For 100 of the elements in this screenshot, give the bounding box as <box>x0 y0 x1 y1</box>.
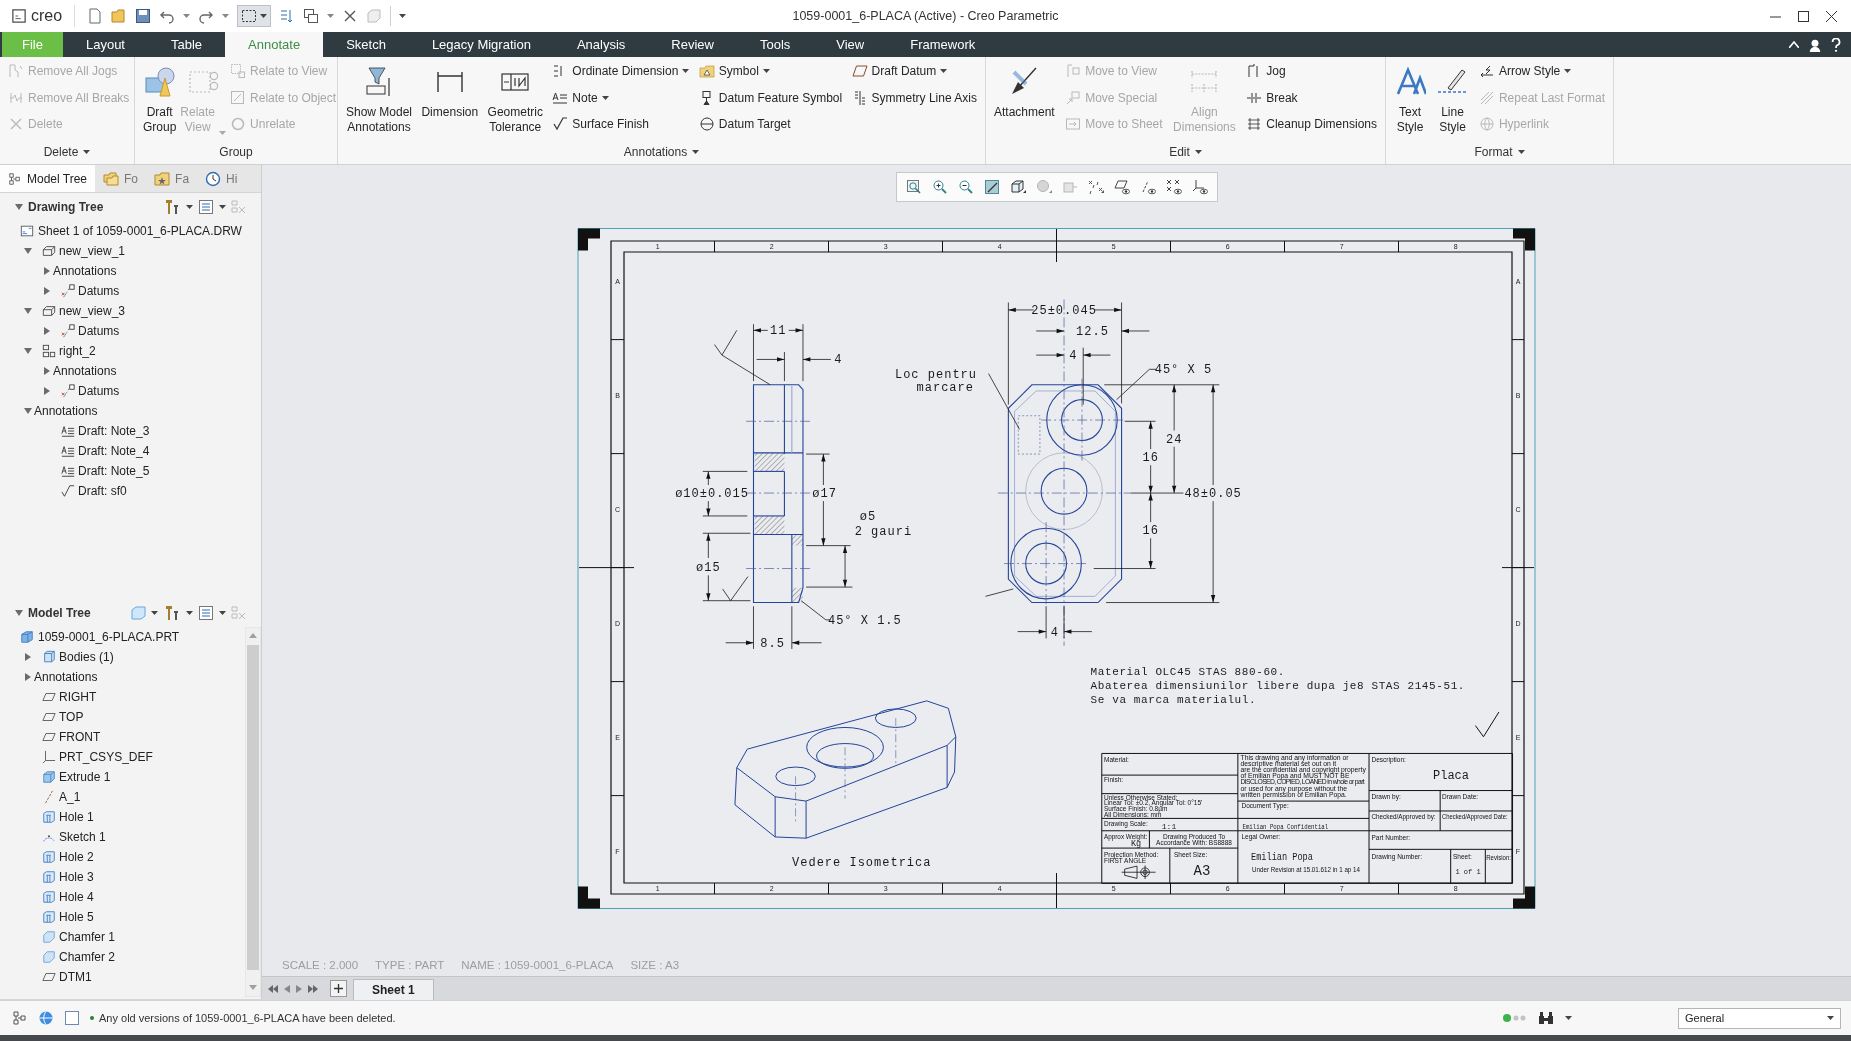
collapsed-arrow-icon[interactable] <box>43 287 50 295</box>
caret-icon[interactable] <box>151 611 158 615</box>
ribbon-button[interactable]: Text Style <box>1392 57 1428 140</box>
tree-item[interactable]: Sheet 1 of 1059-0001_6-PLACA.DRW <box>38 224 242 238</box>
tree-item[interactable]: Annotations <box>34 404 98 418</box>
tree-item[interactable]: DTM1 <box>59 970 92 984</box>
tree-item[interactable]: Datums <box>78 284 120 298</box>
tree-item[interactable]: RIGHT <box>59 690 97 704</box>
tree-item[interactable]: Annotations <box>53 264 117 278</box>
tree-item[interactable]: Draft: Note_5 <box>78 464 150 478</box>
binoculars-icon[interactable] <box>1537 1010 1555 1026</box>
ribbon-button[interactable]: Attachment <box>992 57 1057 140</box>
ribbon-tab[interactable]: Analysis <box>553 32 649 57</box>
ribbon-button[interactable]: Dimension <box>419 57 481 140</box>
square-icon[interactable] <box>64 1010 80 1026</box>
arrow-style-icon[interactable] <box>1478 63 1495 80</box>
expanded-arrow-icon[interactable] <box>15 204 23 210</box>
ribbon-button[interactable]: Symmetry Line Axis <box>849 84 979 111</box>
dashed-rectangle-icon[interactable] <box>241 8 258 24</box>
ribbon-button[interactable]: Show Model Annotations <box>344 57 415 140</box>
tree-item[interactable]: Hole 3 <box>59 870 94 884</box>
tree-item[interactable]: PRT_CSYS_DEF <box>59 750 153 764</box>
tree-item[interactable]: Datums <box>78 384 120 398</box>
tree-item[interactable]: Datums <box>78 324 120 338</box>
tree-item[interactable]: Hole 1 <box>59 810 94 824</box>
ribbon-button[interactable]: Geometric Tolerance <box>485 57 545 140</box>
list-icon[interactable] <box>198 605 214 621</box>
grid-lines-icon[interactable] <box>1246 116 1263 133</box>
zoom-in-icon[interactable] <box>931 179 948 195</box>
ribbon-button[interactable]: Draft Group <box>141 57 179 140</box>
tree-item[interactable]: TOP <box>59 710 84 724</box>
history-clock-icon[interactable] <box>205 170 222 187</box>
new-file-icon[interactable] <box>87 8 104 24</box>
group-label[interactable]: Format <box>1386 140 1613 164</box>
expanded-arrow-icon[interactable] <box>23 408 32 414</box>
tree-item[interactable]: Extrude 1 <box>59 770 111 784</box>
caret-icon[interactable] <box>601 95 609 100</box>
ribbon-button[interactable]: Cleanup Dimensions <box>1244 111 1379 138</box>
caret-icon[interactable] <box>1194 150 1202 154</box>
app-logo-icon[interactable] <box>12 9 26 23</box>
person-icon[interactable] <box>1808 37 1822 52</box>
scrollbar[interactable] <box>245 627 261 997</box>
ribbon-tab[interactable]: Legacy Migration <box>408 32 554 57</box>
tree-item[interactable]: Hole 5 <box>59 910 94 924</box>
ribbon-button[interactable]: Arrow Style <box>1476 58 1607 85</box>
help-icon[interactable] <box>1831 37 1841 52</box>
group-label[interactable]: Delete <box>0 140 134 164</box>
expanded-arrow-icon[interactable] <box>15 610 23 616</box>
filter-dropdown[interactable]: General <box>1678 1007 1841 1029</box>
ribbon-button[interactable]: Datum Target <box>696 111 845 138</box>
ribbon-button[interactable]: Surface Finish <box>550 111 692 138</box>
tree-structure-icon[interactable] <box>8 171 22 186</box>
ribbon-button[interactable]: Draft Datum <box>849 58 979 85</box>
previous-sheet-icon[interactable] <box>284 984 290 993</box>
ribbon-tab[interactable]: View <box>813 32 888 57</box>
tree-item[interactable]: Draft: Note_3 <box>78 424 150 438</box>
caret-icon[interactable] <box>399 14 407 18</box>
ribbon-button[interactable]: Note <box>550 84 692 111</box>
caret-icon[interactable] <box>682 69 690 74</box>
maximize-icon[interactable] <box>1798 10 1809 22</box>
last-sheet-icon[interactable] <box>308 984 318 993</box>
ribbon-tab[interactable]: Table <box>148 32 226 57</box>
tree-item[interactable]: FRONT <box>59 730 101 744</box>
sheet-tab[interactable]: Sheet 1 <box>353 979 434 1000</box>
ribbon-button[interactable]: Datum Feature Symbol <box>696 84 845 111</box>
group-label[interactable]: Annotations <box>338 140 985 164</box>
tools-icon[interactable] <box>163 198 181 216</box>
caret-icon[interactable] <box>762 69 770 74</box>
tools-icon[interactable] <box>163 604 181 622</box>
add-sheet-button[interactable] <box>330 980 347 997</box>
save-icon[interactable] <box>135 8 152 24</box>
tree-item[interactable]: new_view_3 <box>59 304 126 318</box>
expanded-arrow-icon[interactable] <box>23 348 32 354</box>
zoom-out-icon[interactable] <box>957 179 974 195</box>
shapes-icon[interactable] <box>143 66 176 98</box>
caret-icon[interactable] <box>1517 150 1525 154</box>
ribbon-tab[interactable]: Tools <box>736 32 814 57</box>
tree-item[interactable]: right_2 <box>59 344 96 358</box>
tree-item[interactable]: Bodies (1) <box>59 650 114 664</box>
ribbon-button[interactable]: Line Style <box>1434 57 1471 140</box>
tree-item[interactable]: Chamfer 2 <box>59 950 116 964</box>
tree-item[interactable]: Annotations <box>53 364 117 378</box>
ribbon-tab[interactable]: Annotate <box>225 32 324 57</box>
collapsed-arrow-icon[interactable] <box>43 387 50 395</box>
next-sheet-icon[interactable] <box>296 984 302 993</box>
folder-triangle-icon[interactable] <box>698 63 715 80</box>
tree-item[interactable]: Hole 4 <box>59 890 94 904</box>
caret-icon[interactable] <box>1565 1016 1572 1020</box>
star-folder-icon[interactable] <box>154 170 171 187</box>
ribbon-button[interactable]: Ordinate Dimension <box>550 58 692 85</box>
tree-item[interactable]: Hole 2 <box>59 850 94 864</box>
caret-icon[interactable] <box>83 150 91 154</box>
panel-tab[interactable]: Model Tree <box>0 165 96 192</box>
collapse-ribbon-icon[interactable] <box>1789 41 1799 48</box>
caret-icon[interactable] <box>940 69 948 74</box>
collapsed-arrow-icon[interactable] <box>24 653 31 661</box>
group-label[interactable]: Edit <box>986 140 1385 164</box>
plus-icon[interactable] <box>334 984 343 993</box>
caret-icon[interactable] <box>219 611 226 615</box>
parallelogram-icon[interactable] <box>851 63 868 80</box>
